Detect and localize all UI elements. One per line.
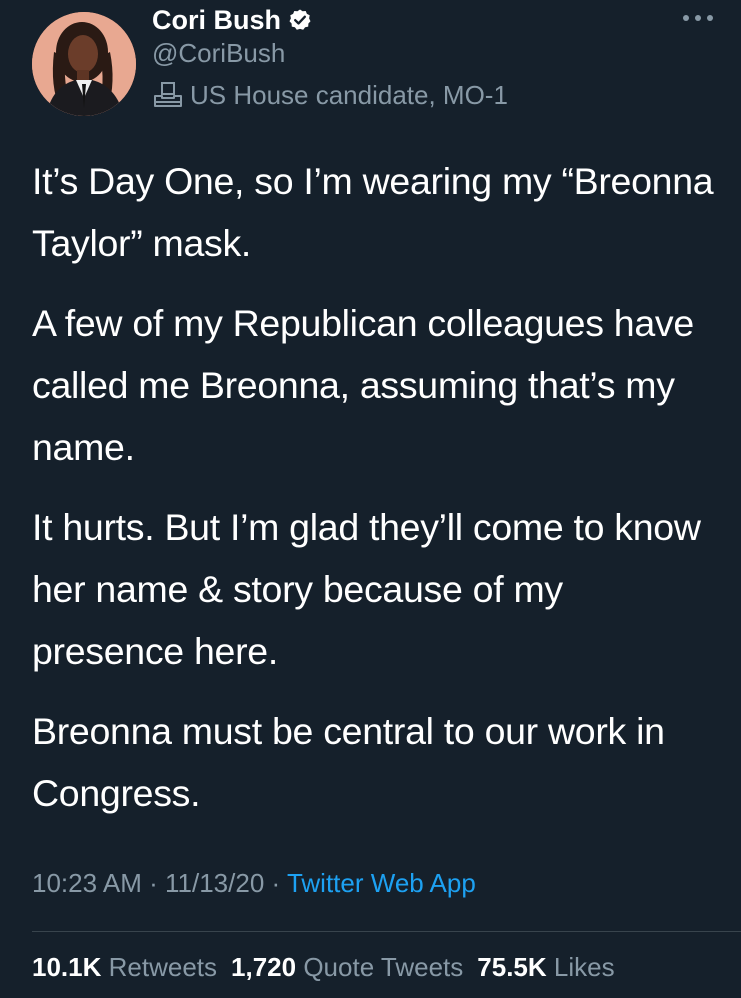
tweet-stats: 10.1K Retweets 1,720 Quote Tweets 75.5K Li…	[32, 952, 629, 983]
separator: ·	[149, 868, 158, 898]
avatar[interactable]	[32, 12, 136, 116]
ballot-box-icon	[152, 80, 184, 110]
author-name-row: Cori Bush	[152, 2, 312, 38]
tweet-source-link[interactable]: Twitter Web App	[287, 868, 476, 898]
account-label-text: US House candidate, MO-1	[190, 79, 508, 110]
display-name[interactable]: Cori Bush	[152, 5, 281, 36]
author-handle[interactable]: @CoriBush	[152, 38, 285, 69]
verified-badge-icon	[288, 8, 312, 32]
retweets-label: Retweets	[108, 952, 218, 982]
more-options-button[interactable]	[680, 8, 716, 28]
account-label: US House candidate, MO-1	[152, 78, 508, 112]
tweet-paragraph: It hurts. But I’m glad they’ll come to k…	[32, 506, 701, 672]
retweets-count: 10.1K	[32, 952, 102, 982]
tweet-detail: Cori Bush @CoriBush US House candidate, …	[0, 0, 741, 998]
profile-photo-icon	[32, 12, 136, 116]
likes-count: 75.5K	[477, 952, 547, 982]
quote-tweets-stat[interactable]: 1,720 Quote Tweets	[231, 952, 463, 982]
quote-tweets-count: 1,720	[231, 952, 297, 982]
divider	[32, 931, 741, 932]
tweet-paragraph: A few of my Republican colleagues have c…	[32, 302, 694, 468]
likes-stat[interactable]: 75.5K Likes	[477, 952, 614, 982]
tweet-text: It’s Day One, so I’m wearing my “Breonna…	[32, 150, 722, 842]
tweet-metadata: 10:23 AM · 11/13/20 · Twitter Web App	[32, 868, 476, 899]
ellipsis-icon	[683, 15, 713, 21]
retweets-stat[interactable]: 10.1K Retweets	[32, 952, 217, 982]
likes-label: Likes	[553, 952, 615, 982]
tweet-time[interactable]: 10:23 AM	[32, 868, 142, 898]
tweet-date[interactable]: 11/13/20	[165, 868, 264, 898]
tweet-paragraph: It’s Day One, so I’m wearing my “Breonna…	[32, 160, 714, 264]
tweet-paragraph: Breonna must be central to our work in C…	[32, 710, 665, 814]
separator: ·	[271, 868, 281, 898]
quote-tweets-label: Quote Tweets	[303, 952, 464, 982]
